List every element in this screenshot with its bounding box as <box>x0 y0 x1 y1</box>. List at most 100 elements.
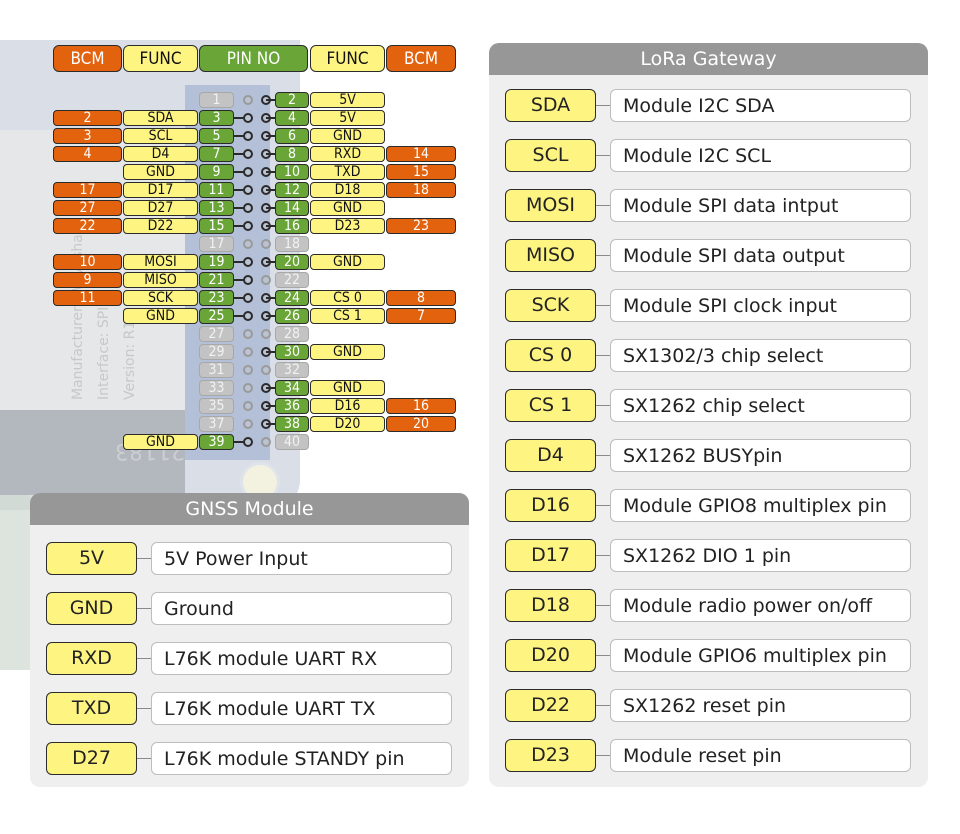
pin-number-left: 7 <box>199 146 234 162</box>
header-pin-hole <box>261 437 271 447</box>
connector-line <box>596 455 610 456</box>
bcm-left-cell: 22 <box>53 218 122 234</box>
pin-badge: D27 <box>46 742 137 775</box>
pin-number-left: 39 <box>199 434 234 450</box>
bcm-left-cell: 11 <box>53 290 122 306</box>
func-right-cell: D20 <box>310 416 385 432</box>
pin-lead <box>266 225 276 227</box>
header-pin-hole <box>261 239 271 249</box>
pin-number-right: 14 <box>275 200 309 216</box>
pin-number-right: 40 <box>275 434 309 450</box>
header-pin-hole <box>243 275 253 285</box>
func-right-cell: TXD <box>310 164 385 180</box>
func-left-cell: D17 <box>123 182 198 198</box>
connector-line <box>596 755 610 756</box>
pin-badge: D18 <box>505 589 596 622</box>
func-right-cell: GND <box>310 380 385 396</box>
pin-lead <box>234 315 244 317</box>
pin-description: L76K module STANDY pin <box>151 742 452 775</box>
func-left-cell: D4 <box>123 146 198 162</box>
bcm-right-cell: 20 <box>386 416 456 432</box>
pin-badge: TXD <box>46 692 137 725</box>
header-func-right: FUNC <box>310 45 385 72</box>
gnss-module-title: GNSS Module <box>30 493 469 525</box>
pin-number-right: 16 <box>275 218 309 234</box>
pin-lead <box>266 207 276 209</box>
pin-lead <box>266 261 276 263</box>
pin-number-left: 1 <box>199 92 234 108</box>
bcm-left-cell: 17 <box>53 182 122 198</box>
pin-description: Module GPIO8 multiplex pin <box>610 489 911 522</box>
pin-number-left: 5 <box>199 128 234 144</box>
func-left-cell: GND <box>123 434 198 450</box>
pin-lead <box>234 117 244 119</box>
pin-description: Module SPI data output <box>610 239 911 272</box>
bcm-right-cell: 16 <box>386 398 456 414</box>
func-right-cell: GND <box>310 344 385 360</box>
pin-description: SX1262 BUSYpin <box>610 439 911 472</box>
pin-number-left: 9 <box>199 164 234 180</box>
pin-number-right: 10 <box>275 164 309 180</box>
connector-line <box>596 655 610 656</box>
pin-number-left: 29 <box>199 344 234 360</box>
bcm-left-cell: 3 <box>53 128 122 144</box>
connector-line <box>596 505 610 506</box>
pin-number-left: 35 <box>199 398 234 414</box>
connector-line <box>596 705 610 706</box>
pin-badge: SCL <box>505 139 596 172</box>
header-pin-hole <box>243 95 253 105</box>
pin-badge: 5V <box>46 542 137 575</box>
pin-number-left: 33 <box>199 380 234 396</box>
pin-number-right: 32 <box>275 362 309 378</box>
connector-line <box>596 605 610 606</box>
board-label-version: Version: R1 <box>122 320 138 400</box>
pin-number-right: 2 <box>275 92 309 108</box>
func-right-cell: 5V <box>310 110 385 126</box>
connector-line <box>596 355 610 356</box>
pin-number-left: 21 <box>199 272 234 288</box>
pin-number-right: 28 <box>275 326 309 342</box>
connector-line <box>596 155 610 156</box>
header-pin-hole <box>261 365 271 375</box>
pin-number-left: 19 <box>199 254 234 270</box>
bcm-right-cell: 14 <box>386 146 456 162</box>
connector-line <box>596 205 610 206</box>
pin-description: L76K module UART TX <box>151 692 452 725</box>
pin-badge: CS 1 <box>505 389 596 422</box>
pin-number-right: 20 <box>275 254 309 270</box>
pin-number-left: 27 <box>199 326 234 342</box>
header-pin-hole <box>243 401 253 411</box>
func-left-cell: SCL <box>123 128 198 144</box>
pin-lead <box>234 279 244 281</box>
board-edge <box>0 495 30 670</box>
header-pin-hole <box>261 275 271 285</box>
pin-number-left: 13 <box>199 200 234 216</box>
pin-lead <box>266 189 276 191</box>
pin-lead <box>266 315 276 317</box>
connector-line <box>137 658 151 659</box>
pin-badge: D16 <box>505 489 596 522</box>
pin-number-right: 22 <box>275 272 309 288</box>
header-pin-hole <box>243 293 253 303</box>
pin-number-right: 24 <box>275 290 309 306</box>
func-left-cell: D22 <box>123 218 198 234</box>
pin-badge: RXD <box>46 642 137 675</box>
pin-number-left: 25 <box>199 308 234 324</box>
func-left-cell: SDA <box>123 110 198 126</box>
pin-badge: D4 <box>505 439 596 472</box>
header-pin-hole <box>243 437 253 447</box>
header-pin-hole <box>243 419 253 429</box>
pin-number-left: 37 <box>199 416 234 432</box>
pin-lead <box>234 171 244 173</box>
bcm-left-cell: 4 <box>53 146 122 162</box>
func-left-cell: D27 <box>123 200 198 216</box>
pin-description: SX1262 chip select <box>610 389 911 422</box>
pin-lead <box>266 423 276 425</box>
pin-lead <box>266 387 276 389</box>
pin-lead <box>266 171 276 173</box>
pin-number-right: 34 <box>275 380 309 396</box>
connector-line <box>137 758 151 759</box>
connector-line <box>596 255 610 256</box>
header-pin-hole <box>243 257 253 267</box>
bcm-left-cell: 27 <box>53 200 122 216</box>
